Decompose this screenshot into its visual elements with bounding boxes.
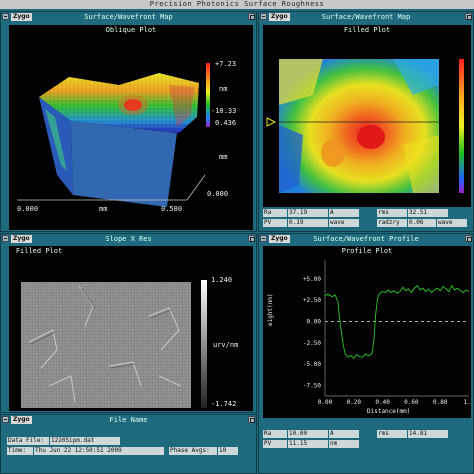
filled-map-canvas: Filled Plot [263,25,471,207]
phase-avgs-label: Phase Avgs: [169,447,217,455]
x-tick-label: 0.00 [318,399,333,406]
profile-panel-header: Zygo Surface/Wavefront Profile [259,234,473,244]
data-file-value: 12205ipm.dat [50,437,120,445]
x-tick-label: 0.80 [433,399,448,406]
profile-plot-canvas: Profile Plot +5.00 +2.50 0.00 -2.50 -5.00 -7.… [263,246,471,418]
ra-label: Ra [263,209,287,217]
filled-stats-row-1: Ra 37.19 A rms 32.51 [263,209,471,219]
pv-value: 0.19 [288,219,328,227]
x-unit-label: mm [99,205,108,213]
maximize-button[interactable] [465,235,472,242]
x-tick-labels: 0.00 0.20 0.40 0.60 0.80 1.0 [318,399,471,406]
z-min-label: -10.33 [211,107,237,115]
slope-panel-header: Zygo Slope X Res [1,234,256,244]
rms-label: rms [377,209,407,217]
slope-min-label: -1.742 [211,400,237,408]
x-min-label: 0.000 [17,205,39,213]
panel-title: Surface/Wavefront Map [321,13,411,21]
pv-value-2: 0.06 [408,219,436,227]
panel-title: File Name [109,416,148,424]
oblique-plot-canvas: Oblique Plot +7.23 nm -10.33 0.436 mm 0.… [9,25,253,230]
filled-map-graphic [266,59,464,193]
x-tick-label: 0.40 [375,399,390,406]
slope-unit-label: urv/nm [213,341,239,349]
file-panel-header: Zygo File Name [1,415,256,425]
window-title: Precision Photonics Surface Roughness [0,0,474,9]
oblique-surface-graphic [17,63,210,207]
z-unit-label: nm [219,85,228,93]
panel-title: Slope X Res [105,235,152,243]
profile-stats-row-1: Ra 10.00 A rms 14.81 [263,430,471,440]
surface-front [71,121,177,207]
y-tick-label: -7.50 [303,382,321,389]
slope-panel[interactable]: Zygo Slope X Res Filled Plot 1.240 urv/n… [0,233,257,413]
pv-unit: nm [329,440,359,448]
y-unit-label: mm [219,153,228,161]
data-file-label: Data File: [7,437,49,445]
panel-title: Surface/Wavefront Profile [313,235,419,243]
profile-stats-row-2: PV 11.15 nm [263,440,471,450]
z-max-label: +7.23 [215,60,237,68]
rms-label: rms [377,430,407,438]
pv-label: PV [263,440,287,448]
panel-title: Surface/Wavefront Map [84,13,173,21]
maximize-button[interactable] [465,13,472,20]
profile-marker [266,117,277,127]
filled-map-panel[interactable]: Zygo Surface/Wavefront Map Filled Plot R… [258,11,474,232]
x-axis-label: Distance(mm) [367,408,411,415]
y-tick-label: +2.50 [303,297,321,304]
ra-unit: A [329,209,359,217]
y-tick-label: -2.50 [303,340,321,347]
y-tick-labels: +5.00 +2.50 0.00 -2.50 -5.00 -7.50 [303,276,321,390]
time-label: Time: [7,447,33,455]
wave-unit: wave [437,219,467,227]
y-max-label: 0.436 [215,119,237,127]
pv-label: PV [263,219,287,227]
slope-plot-canvas: Filled Plot 1.240 urv/nm -1.742 [9,246,253,411]
pv-unit: wave [329,219,359,227]
oblique-plot-panel[interactable]: Zygo Surface/Wavefront Map Oblique Plot [0,11,257,232]
file-name-panel[interactable]: Zygo File Name Data File: 12205ipm.dat T… [0,414,257,474]
rms-value: 14.81 [408,430,448,438]
filled-stats-row-2: PV 0.19 wave radzry 0.06 wave [263,219,471,229]
profile-chart: +5.00+2.500.00-2.50-5.00-7.50 0.00 0.20 0.… [303,260,471,406]
ra-value: 10.00 [288,430,328,438]
x-tick-label: 0.20 [347,399,362,406]
y-tick-label: +5.00 [303,276,321,283]
x-tick-label: 0.60 [404,399,419,406]
ra-unit: A [329,430,359,438]
maximize-button[interactable] [248,235,255,242]
y-axis-label: eight(nm) [267,293,274,326]
ra-value: 37.19 [288,209,328,217]
y-tick-label: 0.00 [307,318,322,325]
y-tick-label: -5.00 [303,361,321,368]
extra-label: radzry [377,219,407,227]
phase-avgs-value: 10 [218,447,238,455]
ra-label: Ra [263,430,287,438]
maximize-button[interactable] [248,416,255,423]
slope-max-label: 1.240 [211,276,233,284]
oblique-panel-header: Zygo Surface/Wavefront Map [1,12,256,22]
profile-panel[interactable]: Zygo Surface/Wavefront Profile Profile P… [258,233,474,474]
maximize-button[interactable] [248,13,255,20]
slope-map-graphic [21,280,207,408]
pv-value: 11.15 [288,440,328,448]
time-value: Thu Jun 22 12:50:51 2009 [34,447,164,455]
color-bar [206,63,210,127]
x-tick-label: 1.0 [464,399,471,406]
profile-trace [324,284,470,359]
x-max-label: 0.580 [161,205,183,213]
rms-value: 32.51 [408,209,448,217]
slope-color-bar [201,280,207,408]
filled-map-header: Zygo Surface/Wavefront Map [259,12,473,22]
map-color-bar [459,59,464,193]
y-min-label: 0.000 [207,190,229,198]
